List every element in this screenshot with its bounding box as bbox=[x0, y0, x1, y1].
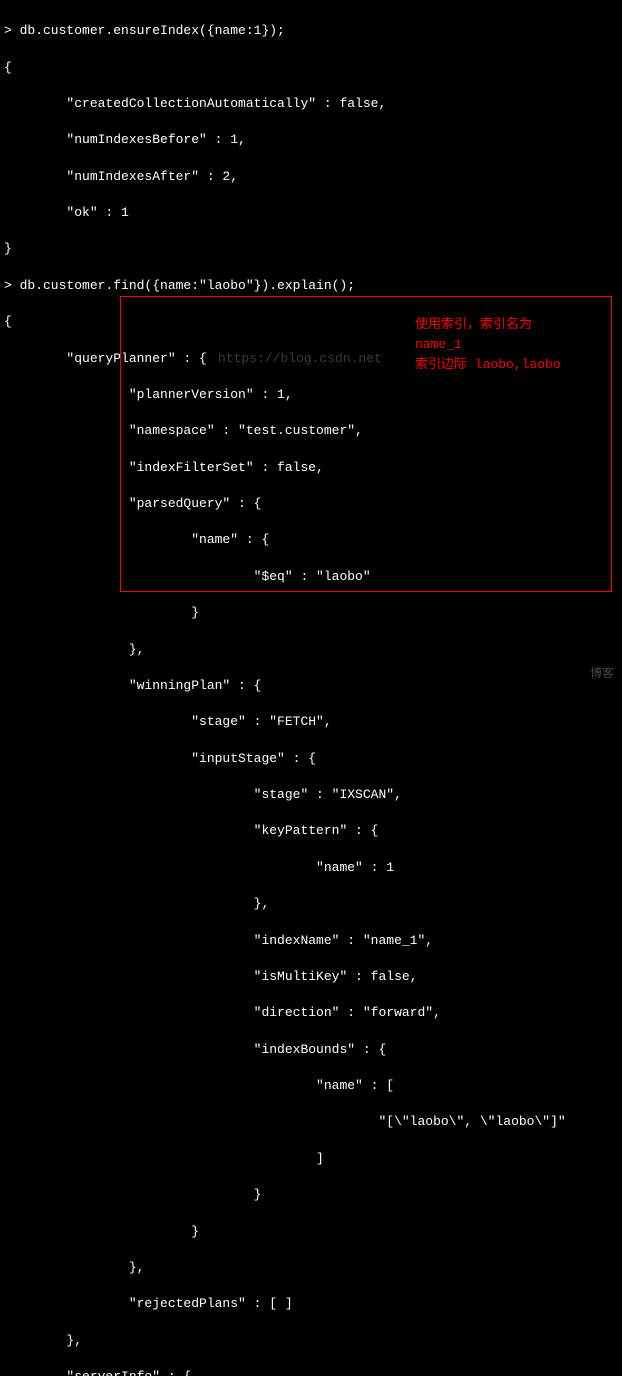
code-line: "name" : 1 bbox=[4, 859, 618, 877]
blog-watermark: 博客 bbox=[590, 666, 614, 683]
code-line: } bbox=[4, 240, 618, 258]
code-line: "winningPlan" : { bbox=[4, 677, 618, 695]
code-line: "numIndexesBefore" : 1, bbox=[4, 131, 618, 149]
code-line: } bbox=[4, 1223, 618, 1241]
code-line: "[\"laobo\", \"laobo\"]" bbox=[4, 1113, 618, 1131]
code-line: { bbox=[4, 59, 618, 77]
code-line: ] bbox=[4, 1150, 618, 1168]
code-line: "parsedQuery" : { bbox=[4, 495, 618, 513]
csdn-watermark: https://blog.csdn.net bbox=[218, 350, 382, 368]
code-line: "direction" : "forward", bbox=[4, 1004, 618, 1022]
code-line: } bbox=[4, 604, 618, 622]
code-line: "indexBounds" : { bbox=[4, 1041, 618, 1059]
code-line: "serverInfo" : { bbox=[4, 1368, 618, 1376]
code-line: }, bbox=[4, 641, 618, 659]
code-line: "stage" : "IXSCAN", bbox=[4, 786, 618, 804]
code-line: "name" : [ bbox=[4, 1077, 618, 1095]
code-line: "namespace" : "test.customer", bbox=[4, 422, 618, 440]
code-line: "isMultiKey" : false, bbox=[4, 968, 618, 986]
code-line: "indexFilterSet" : false, bbox=[4, 459, 618, 477]
code-line: "ok" : 1 bbox=[4, 204, 618, 222]
annotation-text-2: name_1 bbox=[415, 336, 462, 354]
code-line: "createdCollectionAutomatically" : false… bbox=[4, 95, 618, 113]
code-line: > db.customer.ensureIndex({name:1}); bbox=[4, 22, 618, 40]
code-line: "inputStage" : { bbox=[4, 750, 618, 768]
code-line: "plannerVersion" : 1, bbox=[4, 386, 618, 404]
code-line: "$eq" : "laobo" bbox=[4, 568, 618, 586]
code-line: "name" : { bbox=[4, 531, 618, 549]
code-line: }, bbox=[4, 895, 618, 913]
code-line: "numIndexesAfter" : 2, bbox=[4, 168, 618, 186]
code-line: "indexName" : "name_1", bbox=[4, 932, 618, 950]
annotation-text-1: 使用索引，索引名为 bbox=[415, 316, 532, 334]
annotation-text-3: 索引边际 laobo,laobo bbox=[415, 356, 561, 374]
code-line: }, bbox=[4, 1332, 618, 1350]
code-line: "keyPattern" : { bbox=[4, 822, 618, 840]
code-line: } bbox=[4, 1186, 618, 1204]
code-line: "stage" : "FETCH", bbox=[4, 713, 618, 731]
terminal-output: > db.customer.ensureIndex({name:1}); { "… bbox=[4, 4, 618, 1376]
code-line: > db.customer.find({name:"laobo"}).expla… bbox=[4, 277, 618, 295]
code-line: "rejectedPlans" : [ ] bbox=[4, 1295, 618, 1313]
code-line: }, bbox=[4, 1259, 618, 1277]
